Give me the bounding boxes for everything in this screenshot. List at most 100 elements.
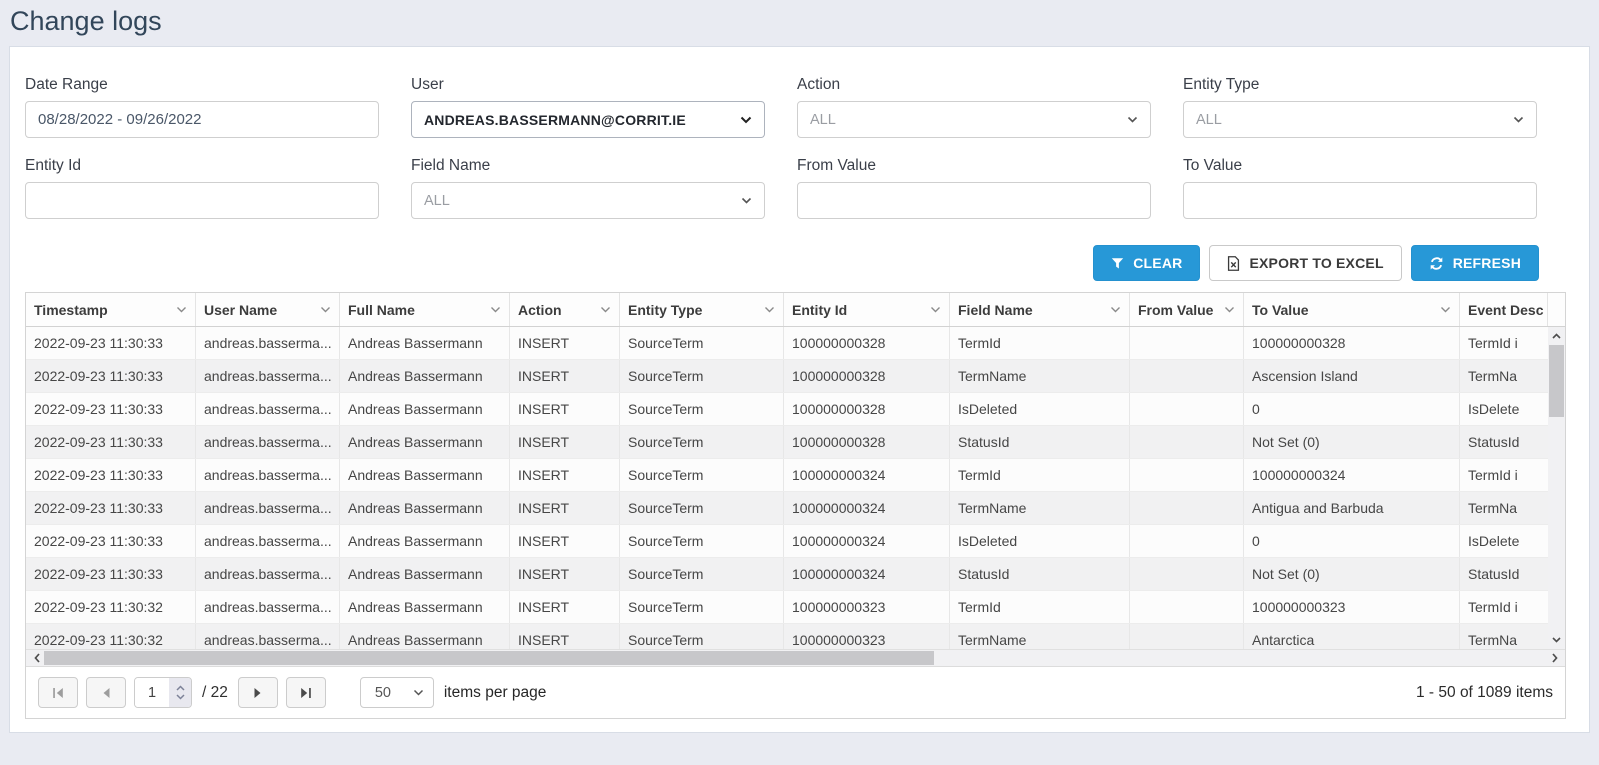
grid-cell: TermNa [1460, 360, 1548, 392]
table-row[interactable]: 2022-09-23 11:30:33andreas.basserma...An… [26, 525, 1548, 558]
column-header-label: From Value [1138, 302, 1213, 318]
column-header-entity-id[interactable]: Entity Id [784, 293, 950, 326]
field-name-label: Field Name [411, 156, 765, 175]
grid-cell: SourceTerm [620, 393, 784, 425]
field-user: User ANDREAS.BASSERMANN@CORRIT.IE [411, 75, 765, 138]
grid-header: Timestamp User Name Full NameAction Entity … [26, 293, 1565, 327]
page-number-input[interactable] [135, 678, 169, 707]
table-row[interactable]: 2022-09-23 11:30:33andreas.basserma...An… [26, 558, 1548, 591]
grid-cell: INSERT [510, 360, 620, 392]
grid-cell: 2022-09-23 11:30:33 [26, 393, 196, 425]
column-menu-icon[interactable] [764, 306, 775, 313]
scroll-left-arrow-icon[interactable] [28, 650, 45, 666]
excel-file-icon [1227, 256, 1240, 271]
scroll-up-arrow-icon[interactable] [1548, 328, 1565, 344]
grid-cell: SourceTerm [620, 327, 784, 359]
column-header-field-name[interactable]: Field Name [950, 293, 1130, 326]
grid-cell: Andreas Bassermann [340, 360, 510, 392]
refresh-button[interactable]: REFRESH [1411, 245, 1539, 281]
pager-next-button[interactable] [238, 677, 278, 708]
scroll-right-arrow-icon[interactable] [1546, 650, 1563, 666]
table-row[interactable]: 2022-09-23 11:30:33andreas.basserma... An… [26, 492, 1548, 525]
column-menu-icon[interactable] [600, 306, 611, 313]
grid-pager: / 22 50 items per page 1 - 50 of 1089 it… [26, 666, 1565, 718]
user-select[interactable]: ANDREAS.BASSERMANN@CORRIT.IE [411, 101, 765, 138]
column-menu-icon[interactable] [1224, 306, 1235, 313]
grid-cell: andreas.basserma... [196, 492, 340, 524]
from-value-input[interactable] [797, 182, 1151, 219]
grid-cell [1130, 426, 1244, 458]
grid-cell: Andreas Bassermann [340, 558, 510, 590]
pager-first-button[interactable] [38, 677, 78, 708]
grid-cell: INSERT [510, 426, 620, 458]
table-row[interactable]: 2022-09-23 11:30:33andreas.basserma...An… [26, 327, 1548, 360]
column-menu-icon[interactable] [176, 306, 187, 313]
grid-cell: Antigua and Barbuda [1244, 492, 1460, 524]
vertical-scrollbar-thumb[interactable] [1549, 345, 1564, 417]
filter-grid: Date Range User ANDREAS.BASSERMANN@CORRI… [25, 75, 1539, 219]
page-size-select[interactable]: 50 [360, 677, 434, 708]
pager-last-button[interactable] [286, 677, 326, 708]
chevron-down-icon [740, 116, 752, 124]
table-row[interactable]: 2022-09-23 11:30:33andreas.basserma...An… [26, 360, 1548, 393]
column-header-full-name[interactable]: Full Name [340, 293, 510, 326]
grid-body: 2022-09-23 11:30:33andreas.basserma...An… [26, 327, 1565, 649]
column-header-entity-type[interactable]: Entity Type [620, 293, 784, 326]
grid-cell: TermName [950, 492, 1130, 524]
export-to-excel-button[interactable]: EXPORT TO EXCEL [1209, 245, 1401, 281]
horizontal-scrollbar-thumb[interactable] [44, 651, 934, 665]
field-name-select[interactable]: ALL [411, 182, 765, 219]
table-row[interactable]: 2022-09-23 11:30:33andreas.basserma...An… [26, 459, 1548, 492]
user-select-value: ANDREAS.BASSERMANN@CORRIT.IE [424, 112, 686, 128]
table-row[interactable]: 2022-09-23 11:30:32andreas.basserma...An… [26, 591, 1548, 624]
entity-id-input[interactable] [25, 182, 379, 219]
grid-cell [1130, 459, 1244, 491]
action-select[interactable]: ALL [797, 101, 1151, 138]
grid-cell [1130, 360, 1244, 392]
column-menu-icon[interactable] [1440, 306, 1451, 313]
column-header-timestamp[interactable]: Timestamp [26, 293, 196, 326]
column-menu-icon[interactable] [320, 306, 331, 313]
table-row[interactable]: 2022-09-23 11:30:33andreas.basserma...An… [26, 393, 1548, 426]
grid-cell: Andreas Bassermann [340, 624, 510, 649]
column-header-action[interactable]: Action [510, 293, 620, 326]
column-menu-icon[interactable] [490, 306, 501, 313]
table-row[interactable]: 2022-09-23 11:30:33andreas.basserma...An… [26, 426, 1548, 459]
column-header-from-value[interactable]: From Value [1130, 293, 1244, 326]
column-menu-icon[interactable] [1110, 306, 1121, 313]
grid-cell: IsDelete [1460, 525, 1548, 557]
grid-cell: 100000000328 [1244, 327, 1460, 359]
to-value-input[interactable] [1183, 182, 1537, 219]
grid-cell: TermId i [1460, 459, 1548, 491]
grid-cell: Andreas Bassermann [340, 525, 510, 557]
grid-cell: StatusId [950, 426, 1130, 458]
grid-cell: Andreas Bassermann [340, 591, 510, 623]
page-size-value: 50 [375, 685, 391, 701]
grid-cell: 100000000323 [784, 624, 950, 649]
column-menu-icon[interactable] [930, 306, 941, 313]
pager-prev-button[interactable] [86, 677, 126, 708]
grid-cell [1130, 558, 1244, 590]
clear-button[interactable]: CLEAR [1093, 245, 1200, 281]
grid-cell [1130, 624, 1244, 649]
page-number-spinner[interactable] [169, 678, 191, 707]
grid-cell [1130, 591, 1244, 623]
column-header-to-value[interactable]: To Value [1244, 293, 1460, 326]
grid-cell: 100000000323 [1244, 591, 1460, 623]
table-row[interactable]: 2022-09-23 11:30:32andreas.basserma...An… [26, 624, 1548, 649]
chevron-down-icon [741, 197, 752, 204]
date-range-input[interactable] [25, 101, 379, 138]
grid-cell: 2022-09-23 11:30:33 [26, 492, 196, 524]
field-entity-type: Entity Type ALL [1183, 75, 1537, 138]
grid-cell: SourceTerm [620, 360, 784, 392]
column-header-label: Entity Type [628, 302, 702, 318]
grid-cell: Ascension Island [1244, 360, 1460, 392]
column-header-event-desc[interactable]: Event Desc [1460, 293, 1548, 326]
column-header-user-name[interactable]: User Name [196, 293, 340, 326]
entity-type-select[interactable]: ALL [1183, 101, 1537, 138]
horizontal-scrollbar[interactable] [26, 649, 1565, 666]
vertical-scrollbar[interactable] [1548, 327, 1565, 649]
scroll-down-arrow-icon[interactable] [1548, 632, 1565, 648]
grid-cell: Not Set (0) [1244, 558, 1460, 590]
column-header-label: User Name [204, 302, 277, 318]
